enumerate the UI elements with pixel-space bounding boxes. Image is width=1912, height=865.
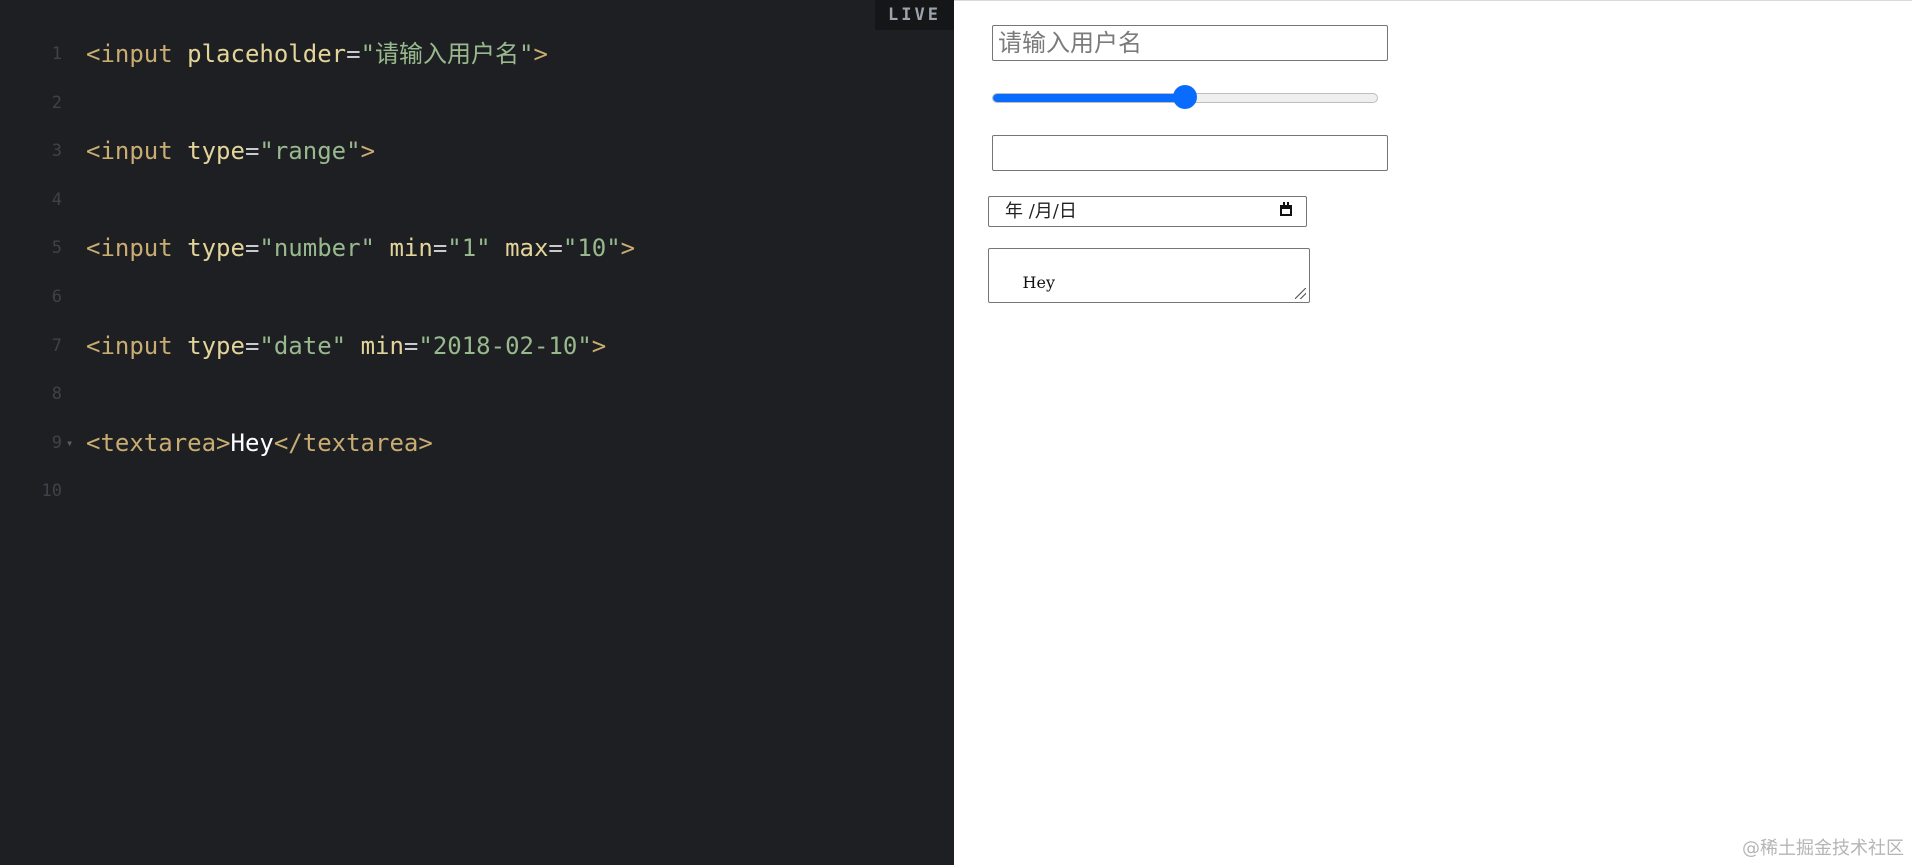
code-token: type <box>187 331 245 360</box>
code-line[interactable]: 8 <box>0 377 954 411</box>
code-line[interactable]: 6 <box>0 280 954 314</box>
line-code: <input type="number" min="1" max="10"> <box>86 231 635 265</box>
code-token: > <box>533 40 548 68</box>
code-token: <textarea> <box>86 428 231 457</box>
range-slider[interactable] <box>992 86 1378 112</box>
code-token: = <box>244 234 260 263</box>
line-code: <input placeholder="请输入用户名"> <box>86 37 548 71</box>
code-token: <input <box>86 137 188 166</box>
fold-arrow-icon[interactable]: ▾ <box>66 426 73 460</box>
code-line[interactable]: 2 <box>0 86 954 120</box>
code-line[interactable]: 4 <box>0 183 954 217</box>
code-token: "range" <box>259 137 361 166</box>
code-token: = <box>346 40 361 68</box>
code-token: placeholder <box>187 40 347 68</box>
code-token: min <box>389 234 433 263</box>
code-token: "10" <box>562 234 621 263</box>
code-token: = <box>244 137 260 166</box>
code-token: = <box>432 234 448 263</box>
code-token: "date" <box>259 331 361 360</box>
code-token: > <box>591 331 607 360</box>
resize-handle-icon[interactable] <box>1295 288 1306 299</box>
line-code: <input type="date" min="2018-02-10"> <box>86 329 606 363</box>
line-number: 2 <box>51 92 62 113</box>
textarea-value: Hey <box>1022 273 1055 292</box>
date-placeholder: 年 /月/日 <box>1005 201 1077 222</box>
range-fill <box>993 94 1185 102</box>
code-token: > <box>620 234 636 263</box>
username-input[interactable] <box>992 25 1388 61</box>
line-number: 10 <box>41 481 62 502</box>
code-token: = <box>403 331 419 360</box>
code-token: <input <box>86 331 188 360</box>
line-number: 4 <box>51 189 62 210</box>
line-number: 6 <box>51 287 62 307</box>
code-token: "number" <box>259 234 390 263</box>
line-number: 9 <box>51 432 62 453</box>
code-token: = <box>244 331 260 360</box>
code-token: = <box>548 234 563 263</box>
live-badge: LIVE <box>875 0 954 30</box>
code-token: type <box>187 137 245 166</box>
code-token: </textarea> <box>273 428 433 457</box>
code-token: <input <box>86 234 188 263</box>
code-line[interactable]: 7 <input type="date" min="2018-02-10"> <box>0 329 954 363</box>
range-thumb[interactable] <box>1174 86 1196 108</box>
line-code: <input type="range"> <box>86 134 375 168</box>
code-line[interactable]: 9 ▾ <textarea>Hey</textarea> <box>0 426 954 460</box>
code-line[interactable]: 10 <box>0 474 954 508</box>
code-token: max <box>505 234 549 263</box>
line-number: 1 <box>51 44 62 64</box>
code-token: min <box>360 331 404 360</box>
code-token: > <box>360 137 376 166</box>
code-token: "2018-02-10" <box>418 331 592 360</box>
line-number: 3 <box>51 141 62 162</box>
line-code: <textarea>Hey</textarea> <box>86 426 433 460</box>
code-playground: LIVE 1 <input placeholder="请输入用户名"> 2 3 <inp… <box>0 0 1912 865</box>
code-line[interactable]: 3 <input type="range"> <box>0 134 954 168</box>
line-number: 5 <box>51 238 62 259</box>
textarea[interactable]: Hey <box>988 248 1310 303</box>
number-input[interactable] <box>992 135 1388 171</box>
code-line[interactable]: 1 <input placeholder="请输入用户名"> <box>0 37 954 71</box>
line-number: 8 <box>51 384 62 405</box>
code-editor[interactable]: LIVE 1 <input placeholder="请输入用户名"> 2 3 <inp… <box>0 0 954 865</box>
calendar-icon[interactable] <box>1280 202 1292 216</box>
date-input[interactable]: 年 /月/日 <box>988 196 1307 227</box>
code-line[interactable]: 5 <input type="number" min="1" max="10"> <box>0 231 954 265</box>
live-preview: 年 /月/日 Hey @稀土掘金技术社区 <box>954 0 1912 865</box>
code-token: "请输入用户名" <box>360 40 534 68</box>
code-token: type <box>187 234 245 263</box>
code-token: Hey <box>230 428 274 457</box>
line-number: 7 <box>51 335 62 356</box>
code-token: "1" <box>447 234 506 263</box>
code-token: <input <box>86 40 188 68</box>
watermark: @稀土掘金技术社区 <box>1742 838 1904 859</box>
